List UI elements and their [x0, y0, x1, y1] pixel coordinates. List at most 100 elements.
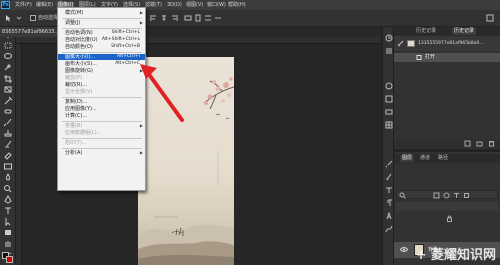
lasso-tool-icon[interactable]: [3, 52, 13, 61]
history-panel-tabs: 历史记录 历史记录: [394, 27, 500, 36]
menu-separator: [62, 148, 142, 149]
trash-icon[interactable]: [488, 140, 495, 147]
brushes-icon[interactable]: [385, 173, 393, 181]
menu-file[interactable]: 文件(F): [15, 2, 32, 8]
menu-item-shortcut: Shift+Ctrl+B: [111, 44, 140, 49]
background-color-swatch[interactable]: [6, 256, 13, 263]
distribute-icon[interactable]: [184, 14, 192, 22]
menu-item[interactable]: 计算(C)...: [58, 113, 145, 119]
filter-type-icon[interactable]: [453, 192, 460, 199]
crop-tool-icon[interactable]: [3, 74, 13, 83]
history-icon[interactable]: [385, 34, 393, 42]
history-snapshot[interactable]: 1335555977e81af965b8a0...: [394, 36, 500, 51]
camera-icon[interactable]: [476, 140, 483, 147]
hand-tool-icon[interactable]: [3, 239, 13, 248]
menu-item: 变量(B) ▶: [58, 123, 145, 129]
brush-settings-icon[interactable]: [385, 160, 393, 168]
align-right-icon[interactable]: [170, 14, 178, 22]
eraser-tool-icon[interactable]: [3, 151, 13, 160]
tools-panel: [0, 27, 16, 265]
healing-brush-tool-icon[interactable]: [3, 107, 13, 116]
menu-item: 应用数据组(L)...: [58, 130, 145, 136]
filter-adjustment-icon[interactable]: [443, 192, 450, 199]
menu-item[interactable]: 复制(D)...: [58, 99, 145, 105]
properties-icon[interactable]: [385, 47, 393, 55]
menu-item[interactable]: 模式(M) ▶: [58, 10, 145, 16]
menu-item[interactable]: 自动颜色(O) Shift+Ctrl+B: [58, 44, 145, 50]
blend-mode-row[interactable]: [396, 202, 498, 211]
menu-separator: [62, 121, 142, 122]
menu-help[interactable]: 帮助(H): [228, 2, 246, 8]
submenu-arrow-icon: ▶: [139, 150, 143, 155]
distribute-icon[interactable]: [204, 14, 212, 22]
frame-tool-icon[interactable]: [3, 85, 13, 94]
filter-shape-icon[interactable]: [463, 192, 470, 199]
menu-3d[interactable]: 3D(D): [167, 2, 182, 8]
tab-channels[interactable]: 通道: [418, 155, 432, 162]
brush-tool-icon[interactable]: [3, 118, 13, 127]
chevron-down-icon[interactable]: [16, 14, 22, 22]
tab-paths[interactable]: 路径: [436, 155, 450, 162]
marquee-tool-icon[interactable]: [3, 41, 13, 50]
menu-item[interactable]: 自动对比度(U) Alt+Shift+Ctrl+L: [58, 37, 145, 43]
menu-item-label: 裁剪(P): [65, 75, 82, 81]
menu-item-shortcut: Alt+Ctrl+I: [117, 54, 140, 59]
character-icon[interactable]: [385, 186, 393, 194]
lock-icon[interactable]: [446, 215, 453, 222]
filter-pixel-icon[interactable]: [433, 192, 440, 199]
menu-item: 陷印(T)...: [58, 140, 145, 146]
path-select-tool-icon[interactable]: [3, 217, 13, 226]
menu-view[interactable]: 视图(V): [186, 2, 203, 8]
history-state-open[interactable]: 打开: [394, 53, 500, 62]
gradient-tool-icon[interactable]: [3, 162, 13, 171]
menu-item-label: 自动对比度(U): [65, 37, 98, 43]
more-options-icon[interactable]: [214, 14, 222, 22]
menu-window[interactable]: 窗口(W): [207, 2, 226, 8]
auto-select-checkbox[interactable]: [30, 15, 36, 21]
layer-filter-bar[interactable]: [396, 190, 498, 199]
eyedropper-tool-icon[interactable]: [3, 96, 13, 105]
blur-tool-icon[interactable]: [3, 173, 13, 182]
menu-separator: [62, 97, 142, 98]
swatches-icon[interactable]: [385, 95, 393, 103]
workspace-icon[interactable]: [486, 14, 494, 22]
distribute-icon[interactable]: [194, 14, 202, 22]
tab-history-2[interactable]: 历史记录: [452, 28, 477, 35]
snapshot-brush-icon[interactable]: [397, 40, 404, 47]
menu-edit[interactable]: 编辑(E): [36, 2, 53, 8]
menu-item[interactable]: 自动色调(N) Shift+Ctrl+L: [58, 30, 145, 36]
submenu-arrow-icon: ▶: [139, 10, 143, 15]
menu-item[interactable]: 分析(A) ▶: [58, 150, 145, 156]
tab-history-1[interactable]: 历史记录: [414, 28, 438, 35]
paths-icon[interactable]: [385, 225, 393, 233]
new-snapshot-icon[interactable]: [464, 140, 471, 147]
dodge-tool-icon[interactable]: [3, 184, 13, 193]
color-icon[interactable]: [385, 82, 393, 90]
quick-select-tool-icon[interactable]: [3, 63, 13, 72]
menu-separator: [62, 138, 142, 139]
patterns-icon[interactable]: [385, 121, 393, 129]
paragraph-icon[interactable]: [385, 199, 393, 207]
menu-item[interactable]: 裁切(R)...: [58, 82, 145, 88]
align-left-icon[interactable]: [150, 14, 158, 22]
rectangle-tool-icon[interactable]: [3, 228, 13, 237]
menu-separator: [62, 28, 142, 29]
menu-item[interactable]: 图像旋转(G) ▶: [58, 68, 145, 74]
menu-item-image-size[interactable]: 图像大小(I)... Alt+Ctrl+I: [58, 54, 145, 60]
history-brush-tool-icon[interactable]: [3, 140, 13, 149]
type-tool-icon[interactable]: [3, 206, 13, 215]
menu-item[interactable]: 调整(J) ▶: [58, 20, 145, 26]
watermark: + 菱耀知识网: [415, 248, 496, 263]
eye-icon[interactable]: [400, 246, 408, 253]
move-tool-icon[interactable]: [4, 14, 12, 22]
gradient-panel-icon[interactable]: [385, 108, 393, 116]
tab-layers[interactable]: 图层: [400, 155, 415, 162]
clone-stamp-tool-icon[interactable]: [3, 129, 13, 138]
menu-item-label: 调整(J): [65, 20, 81, 26]
align-center-icon[interactable]: [160, 14, 168, 22]
menu-filter[interactable]: 滤镜(T): [145, 2, 162, 8]
menu-item[interactable]: 画布大小(S)... Alt+Ctrl+C: [58, 61, 145, 67]
pen-tool-icon[interactable]: [3, 195, 13, 204]
glyphs-icon[interactable]: [385, 212, 393, 220]
menu-item[interactable]: 应用图像(Y)...: [58, 106, 145, 112]
